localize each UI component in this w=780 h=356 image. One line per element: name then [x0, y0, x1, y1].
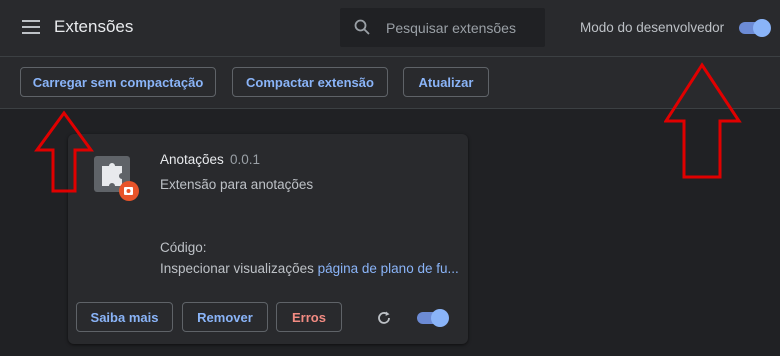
inspect-label: Inspecionar visualizações	[160, 261, 314, 276]
page-title: Extensões	[54, 17, 134, 36]
pack-extension-button[interactable]: Compactar extensão	[232, 67, 388, 97]
extension-name: Anotações	[160, 152, 224, 167]
search-input[interactable]: Pesquisar extensões	[340, 8, 545, 47]
errors-button[interactable]: Erros	[276, 302, 342, 332]
search-icon	[354, 19, 370, 35]
devmode-label: Modo do desenvolvedor	[580, 20, 725, 35]
search-placeholder: Pesquisar extensões	[386, 20, 516, 36]
devmode-toggle[interactable]	[739, 19, 771, 37]
menu-icon[interactable]	[22, 19, 40, 35]
up-arrow-annotation-icon	[664, 62, 742, 179]
puzzle-icon	[94, 156, 139, 201]
extension-description: Extensão para anotações	[160, 177, 314, 192]
extension-enable-toggle[interactable]	[417, 309, 449, 327]
remove-button[interactable]: Remover	[182, 302, 268, 332]
code-label: Código:	[160, 240, 207, 255]
reload-icon[interactable]	[375, 309, 393, 327]
extension-card: Anotações 0.0.1 Extensão para anotações …	[68, 134, 468, 344]
update-button[interactable]: Atualizar	[403, 67, 489, 97]
details-button[interactable]: Saiba mais	[76, 302, 173, 332]
inspect-views: Inspecionar visualizações página de plan…	[160, 261, 459, 276]
toolbar-header: Extensões Pesquisar extensões Modo do de…	[0, 0, 780, 56]
load-unpacked-button[interactable]: Carregar sem compactação	[20, 67, 216, 97]
up-arrow-annotation-icon	[34, 110, 94, 193]
extension-version: 0.0.1	[230, 152, 261, 167]
background-page-link[interactable]: página de plano de fu...	[318, 261, 459, 276]
developer-toolbar: Carregar sem compactação Compactar exten…	[0, 56, 780, 109]
